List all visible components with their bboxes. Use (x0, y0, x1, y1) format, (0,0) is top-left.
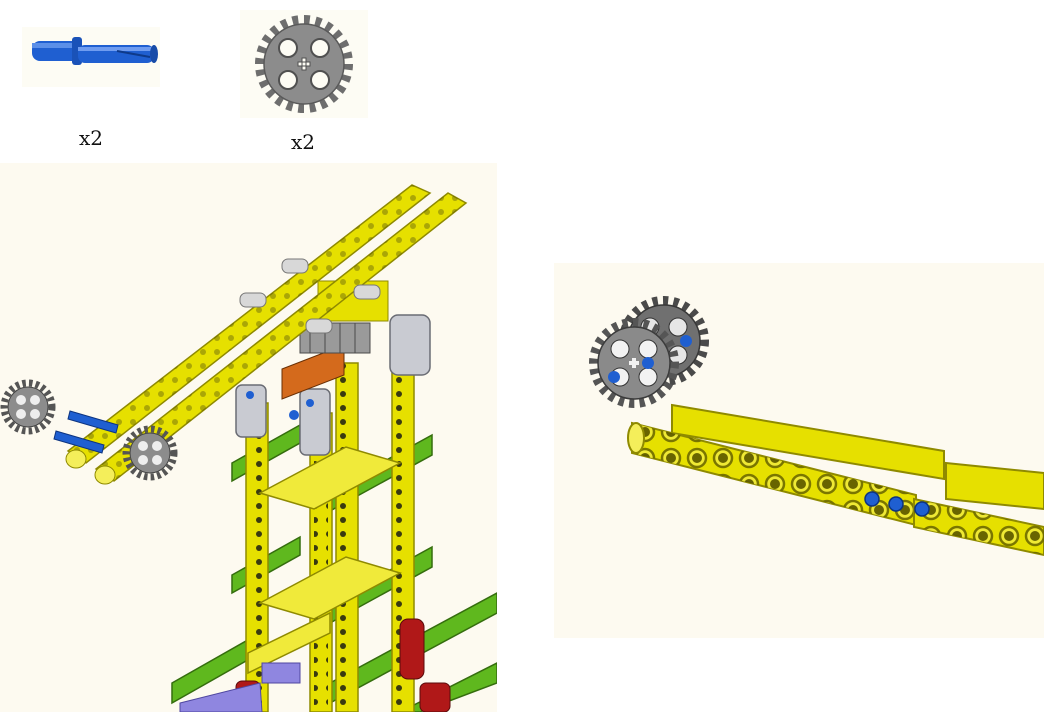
part-quantity-label: x2 (78, 126, 103, 150)
assembly-main-view (0, 163, 497, 712)
part-thumb-gear (240, 10, 368, 118)
part-thumb-axle-pin (22, 27, 160, 87)
gray-gear-24-tooth-icon (255, 15, 353, 113)
assembly-detail-view (554, 263, 1044, 638)
part-quantity-label: x2 (290, 130, 315, 154)
blue-axle-pin-icon (32, 37, 158, 65)
tower-assembly-illustration (0, 184, 497, 712)
gear-beam-detail-illustration (589, 296, 1044, 557)
